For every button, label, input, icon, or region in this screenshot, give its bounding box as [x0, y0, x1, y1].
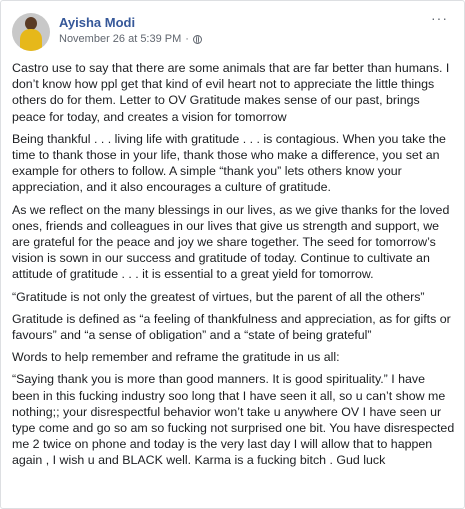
author-name[interactable]: Ayisha Modi [59, 15, 202, 31]
author-avatar[interactable] [12, 13, 50, 51]
post-paragraph: “Saying thank you is more than good mann… [12, 372, 455, 468]
post-paragraph: Castro use to say that there are some an… [12, 61, 450, 124]
post-paragraph: Words to help remember and reframe the g… [12, 350, 340, 365]
post-paragraph: “Gratitude is not only the greatest of v… [12, 289, 425, 304]
post-paragraph: Being thankful . . . living life with gr… [12, 131, 446, 195]
avatar-body [20, 29, 42, 51]
globe-icon[interactable] [192, 34, 202, 44]
post-subline: November 26 at 5:39 PM · [59, 31, 202, 47]
separator-dot: · [185, 33, 189, 45]
post-paragraph: As we reflect on the many blessings in o… [12, 202, 450, 282]
post-paragraph: Gratitude is defined as “a feeling of th… [12, 311, 451, 343]
facebook-post: Ayisha Modi November 26 at 5:39 PM · ···… [0, 0, 465, 509]
post-timestamp[interactable]: November 26 at 5:39 PM [59, 31, 181, 47]
post-header: Ayisha Modi November 26 at 5:39 PM · ··· [12, 11, 455, 57]
more-options-icon[interactable]: ··· [431, 11, 448, 25]
post-body: Castro use to say that there are some an… [12, 60, 455, 469]
post-meta: Ayisha Modi November 26 at 5:39 PM · [59, 15, 202, 47]
